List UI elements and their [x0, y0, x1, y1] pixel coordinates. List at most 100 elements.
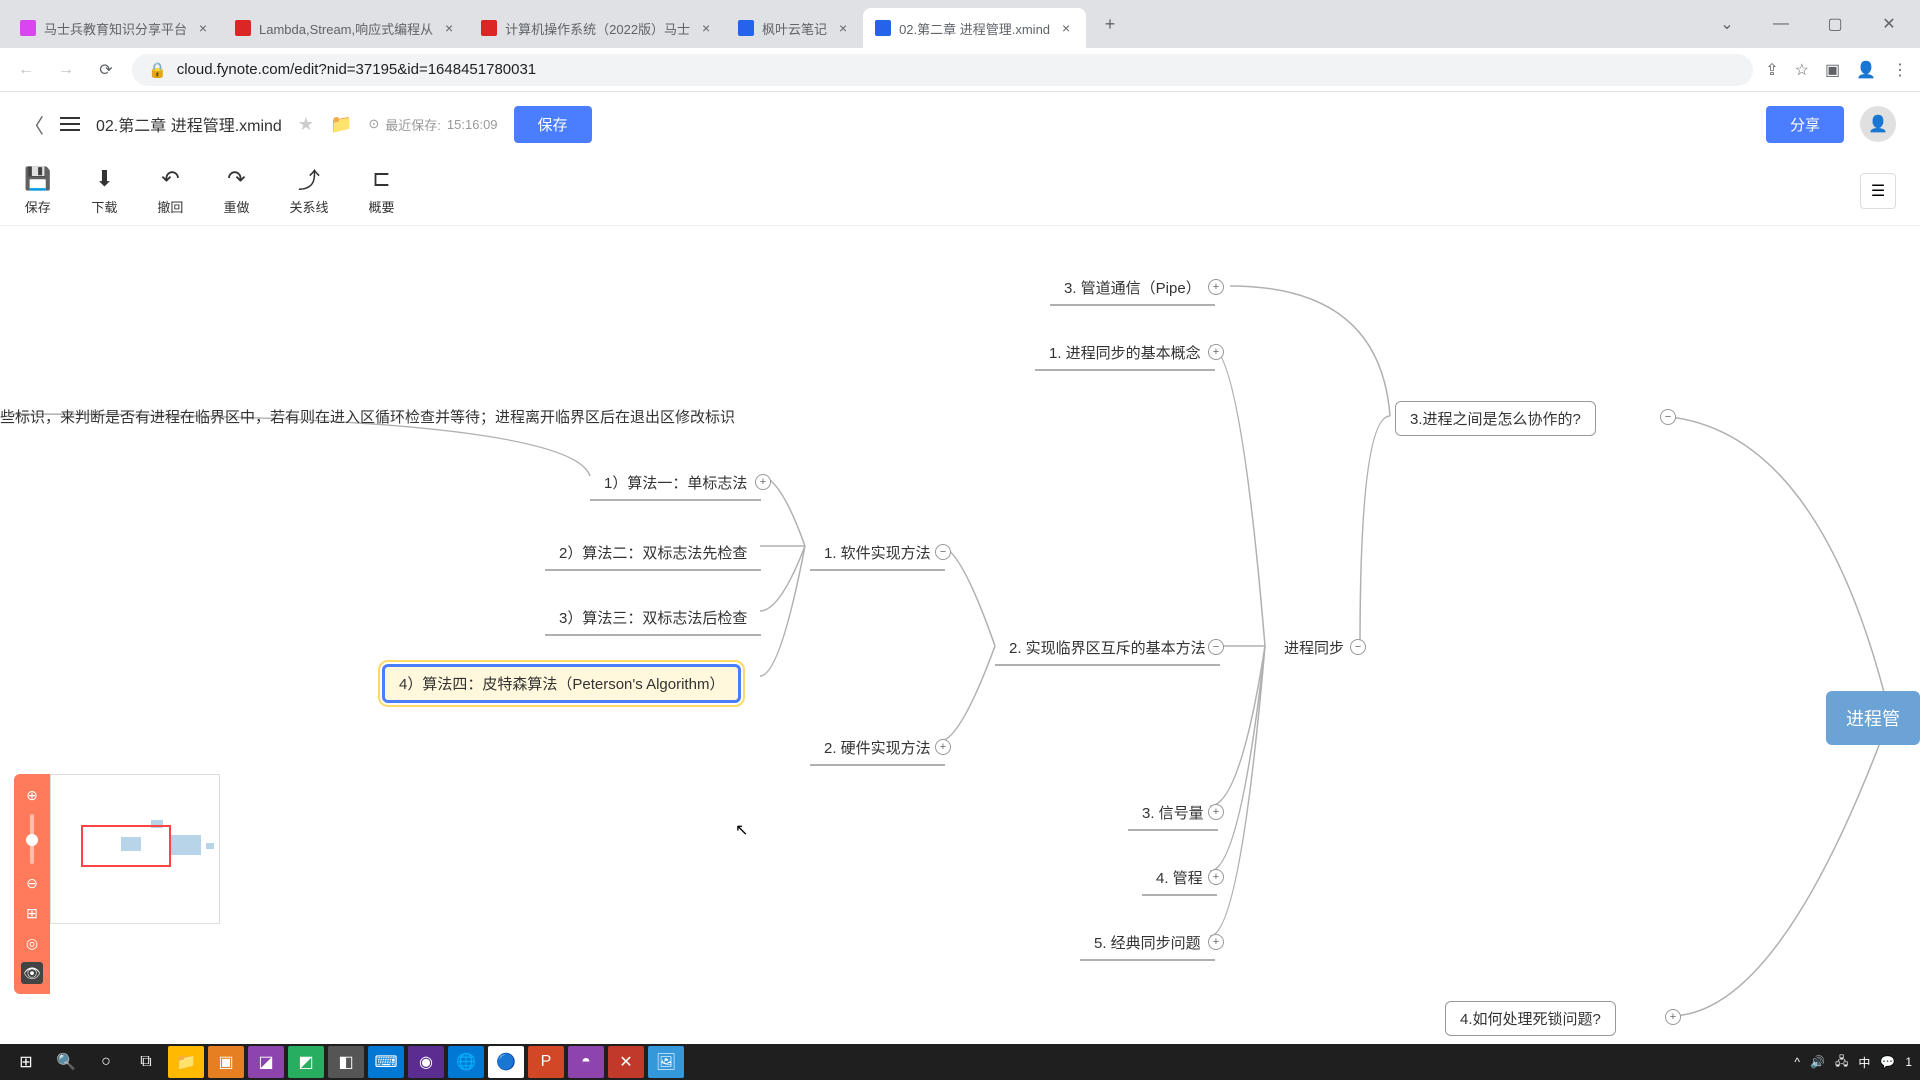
expand-button[interactable]: + — [755, 474, 771, 490]
close-icon[interactable]: × — [195, 20, 211, 36]
zoom-slider[interactable] — [30, 814, 34, 864]
zoom-thumb[interactable] — [26, 834, 38, 846]
node-algo2[interactable]: 2）算法二：双标志法先检查 — [545, 536, 761, 571]
node-software[interactable]: 1. 软件实现方法 — [810, 536, 945, 571]
app-icon[interactable]: ◪ — [248, 1046, 284, 1078]
browser-tab-active[interactable]: 02.第二章 进程管理.xmind × — [863, 8, 1086, 48]
target-button[interactable]: ◎ — [21, 932, 43, 954]
app-icon[interactable]: ▣ — [208, 1046, 244, 1078]
taskview-icon[interactable]: ⧉ — [128, 1046, 164, 1078]
node-root[interactable]: 进程管 — [1826, 691, 1920, 745]
collapse-button[interactable]: − — [1350, 639, 1366, 655]
powerpoint-icon[interactable]: P — [528, 1046, 564, 1078]
node-cooperation[interactable]: 3.进程之间是怎么协作的? — [1395, 401, 1596, 436]
close-icon[interactable]: × — [1058, 20, 1074, 36]
close-icon[interactable]: × — [441, 20, 457, 36]
close-button[interactable]: ✕ — [1866, 8, 1912, 40]
panel-toggle-button[interactable]: ☰ — [1860, 173, 1896, 209]
expand-button[interactable]: + — [1208, 869, 1224, 885]
node-algo4-selected[interactable]: 4）算法四：皮特森算法（Peterson's Algorithm） — [382, 664, 741, 703]
expand-button[interactable]: + — [1208, 344, 1224, 360]
collapse-button[interactable]: − — [935, 544, 951, 560]
minimize-button[interactable]: — — [1758, 8, 1804, 40]
reload-button[interactable]: ⟳ — [92, 56, 120, 84]
app-icon[interactable]: ◩ — [288, 1046, 324, 1078]
expand-button[interactable]: + — [1208, 934, 1224, 950]
node-sync[interactable]: 进程同步 — [1270, 631, 1358, 664]
new-tab-button[interactable]: + — [1094, 8, 1126, 40]
tool-redo[interactable]: ↷重做 — [223, 165, 249, 216]
extension-icon[interactable]: ▣ — [1825, 60, 1840, 80]
expand-button[interactable]: + — [1208, 804, 1224, 820]
tray-expand-icon[interactable]: ^ — [1794, 1055, 1800, 1069]
expand-button[interactable]: + — [935, 739, 951, 755]
browser-tab[interactable]: 计算机操作系统（2022版）马士 × — [469, 8, 726, 48]
chevron-down-icon[interactable]: ⌄ — [1704, 8, 1750, 40]
node-pipe[interactable]: 3. 管道通信（Pipe） — [1050, 271, 1215, 306]
forward-button[interactable]: → — [52, 56, 80, 84]
minimap[interactable] — [50, 774, 220, 924]
node-classic[interactable]: 5. 经典同步问题 — [1080, 926, 1215, 961]
app-icon[interactable]: ◓ — [568, 1046, 604, 1078]
network-icon[interactable]: 🖧 — [1835, 1052, 1848, 1073]
mindmap-canvas[interactable]: 些标识，来判断是否有进程在临界区中，若有则在进入区循环检查并等待；进程离开临界区… — [0, 226, 1920, 1044]
search-icon[interactable]: 🔍 — [48, 1046, 84, 1078]
node-monitor[interactable]: 4. 管程 — [1142, 861, 1217, 896]
node-algo3[interactable]: 3）算法三：双标志法后检查 — [545, 601, 761, 636]
node-semaphore[interactable]: 3. 信号量 — [1128, 796, 1218, 831]
star-icon[interactable]: ☆ — [1795, 60, 1809, 80]
expand-button[interactable]: + — [1208, 279, 1224, 295]
profile-icon[interactable]: 👤 — [1856, 60, 1876, 80]
tool-summary[interactable]: ⊏概要 — [368, 165, 394, 216]
node-algo1[interactable]: 1）算法一：单标志法 — [590, 466, 761, 501]
menu-icon[interactable] — [60, 117, 80, 131]
tool-save[interactable]: 💾保存 — [24, 165, 51, 216]
close-icon[interactable]: × — [698, 20, 714, 36]
tab-favicon — [20, 20, 36, 36]
share-icon[interactable]: ⇪ — [1765, 60, 1778, 80]
back-button[interactable]: ← — [12, 56, 40, 84]
node-concept[interactable]: 1. 进程同步的基本概念 — [1035, 336, 1215, 371]
app-icon[interactable]: 🖼 — [648, 1046, 684, 1078]
share-button[interactable]: 分享 — [1766, 106, 1844, 143]
maximize-button[interactable]: ▢ — [1812, 8, 1858, 40]
app-icon[interactable]: ◧ — [328, 1046, 364, 1078]
ime-icon[interactable]: 中 — [1858, 1054, 1870, 1071]
expand-button[interactable]: + — [1665, 1009, 1681, 1025]
fit-button[interactable]: ⊞ — [21, 902, 43, 924]
zoom-out-button[interactable]: ⊖ — [21, 872, 43, 894]
notifications-icon[interactable]: 💬 — [1880, 1055, 1895, 1069]
folder-icon[interactable]: 📁 — [330, 114, 352, 135]
vscode-icon[interactable]: ⌨ — [368, 1046, 404, 1078]
browser-tab[interactable]: 枫叶云笔记 × — [726, 8, 863, 48]
node-deadlock[interactable]: 4.如何处理死锁问题? — [1445, 1001, 1616, 1036]
volume-icon[interactable]: 🔊 — [1810, 1055, 1825, 1069]
collapse-button[interactable]: − — [1660, 409, 1676, 425]
cortana-icon[interactable]: ○ — [88, 1046, 124, 1078]
save-button[interactable]: 保存 — [514, 106, 592, 143]
url-input[interactable]: 🔒 cloud.fynote.com/edit?nid=37195&id=164… — [132, 54, 1753, 86]
menu-icon[interactable]: ⋮ — [1892, 60, 1908, 80]
explorer-icon[interactable]: 📁 — [168, 1046, 204, 1078]
tool-download[interactable]: ⬇下载 — [91, 165, 117, 216]
back-icon[interactable]: 〈 — [24, 110, 44, 139]
edge-icon[interactable]: 🌐 — [448, 1046, 484, 1078]
system-tray: ^ 🔊 🖧 中 💬 1 — [1794, 1052, 1912, 1073]
browser-tab[interactable]: 马士兵教育知识分享平台 × — [8, 8, 223, 48]
collapse-button[interactable]: − — [1208, 639, 1224, 655]
app-icon[interactable]: ◉ — [408, 1046, 444, 1078]
visibility-icon[interactable]: 👁 — [21, 962, 43, 984]
user-avatar[interactable]: 👤 — [1860, 106, 1896, 142]
minimap-viewport[interactable] — [81, 825, 171, 867]
zoom-in-button[interactable]: ⊕ — [21, 784, 43, 806]
node-hardware[interactable]: 2. 硬件实现方法 — [810, 731, 945, 766]
node-mutex[interactable]: 2. 实现临界区互斥的基本方法 — [995, 631, 1220, 666]
browser-tab[interactable]: Lambda,Stream,响应式编程从 × — [223, 8, 469, 48]
tool-relation[interactable]: ⤴关系线 — [289, 165, 328, 216]
start-button[interactable]: ⊞ — [8, 1046, 44, 1078]
tool-undo[interactable]: ↶撤回 — [157, 165, 183, 216]
close-icon[interactable]: × — [835, 20, 851, 36]
chrome-icon[interactable]: 🔵 — [488, 1046, 524, 1078]
app-icon[interactable]: ✕ — [608, 1046, 644, 1078]
favorite-icon[interactable]: ★ — [298, 114, 314, 135]
